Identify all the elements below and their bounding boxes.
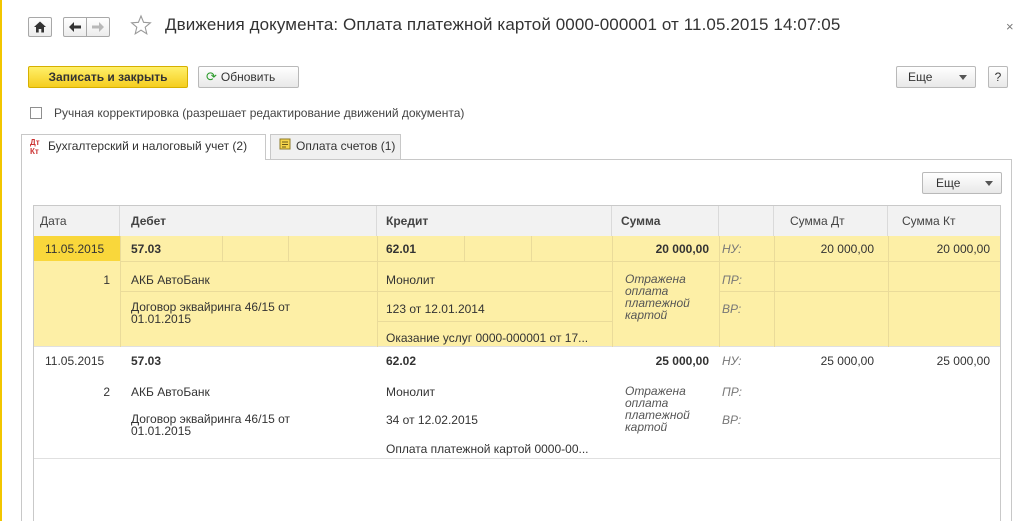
column-header-date[interactable]: Дата xyxy=(34,206,120,236)
debit-account: 57.03 xyxy=(131,242,162,256)
window-edge xyxy=(0,0,2,521)
content: Отражена оплата платежной картой xyxy=(625,272,690,322)
save-and-close-button[interactable]: Записать и закрыть xyxy=(28,66,188,88)
column-header-credit[interactable]: Кредит xyxy=(377,206,612,236)
vr-label: ВР: xyxy=(722,302,742,316)
page-title: Движения документа: Оплата платежной кар… xyxy=(165,15,841,34)
credit-account: 62.02 xyxy=(386,354,417,368)
nu-label: НУ: xyxy=(722,242,742,256)
pr-label: ПР: xyxy=(722,273,742,287)
forward-button[interactable] xyxy=(86,17,110,37)
debit-subconto-1: АКБ АвтоБанк xyxy=(131,385,210,399)
amount-dt: 25 000,00 xyxy=(820,354,874,368)
help-button[interactable]: ? xyxy=(988,66,1008,88)
debit-account: 57.03 xyxy=(131,354,162,368)
row-date: 11.05.2015 xyxy=(45,354,105,368)
table-header: Дата Дебет Кредит Сумма Сумма Дт Сумма К… xyxy=(34,206,1000,237)
vr-label: ВР: xyxy=(722,413,742,427)
amount: 25 000,00 xyxy=(655,354,709,368)
column-header-amount-dt[interactable]: Сумма Дт xyxy=(774,206,888,236)
amount-kt: 25 000,00 xyxy=(936,354,990,368)
table-row[interactable]: 11.05.2015 1 57.03 АКБ АвтоБанк Договор … xyxy=(34,236,1000,347)
row-date: 11.05.2015 xyxy=(45,242,105,256)
credit-subconto-1: Монолит xyxy=(386,273,436,287)
table-row[interactable]: 11.05.2015 2 57.03 АКБ АвтоБанк Договор … xyxy=(34,347,1000,459)
tab-accounting[interactable]: Дт Кт Бухгалтерский и налоговый учет (2) xyxy=(21,134,266,160)
credit-account: 62.01 xyxy=(386,242,417,256)
credit-subconto-2: 34 от 12.02.2015 xyxy=(386,413,478,427)
row-number: 1 xyxy=(103,273,110,287)
title-bar: Движения документа: Оплата платежной кар… xyxy=(0,0,1024,60)
arrow-right-icon xyxy=(92,22,104,32)
debit-subconto-1: АКБ АвтоБанк xyxy=(131,273,210,287)
manual-correction-checkbox[interactable] xyxy=(30,107,42,119)
more-menu-button[interactable]: Еще xyxy=(896,66,976,88)
pr-label: ПР: xyxy=(722,385,742,399)
tab-invoice-payment-label: Оплата счетов (1) xyxy=(296,139,396,153)
content: Отражена оплата платежной картой xyxy=(625,384,690,434)
tab-invoice-payment[interactable]: Оплата счетов (1) xyxy=(270,134,401,159)
column-header-amount-kt[interactable]: Сумма Кт xyxy=(888,206,1000,236)
column-header-debit[interactable]: Дебет xyxy=(120,206,377,236)
chevron-down-icon xyxy=(985,181,993,186)
panel-more-label: Еще xyxy=(936,176,961,190)
manual-correction-label[interactable]: Ручная корректировка (разрешает редактир… xyxy=(54,106,464,120)
credit-subconto-3: Оплата платежной картой 0000-00... xyxy=(386,442,589,456)
movements-table[interactable]: Дата Дебет Кредит Сумма Сумма Дт Сумма К… xyxy=(33,205,1001,521)
home-icon xyxy=(34,21,46,33)
back-button[interactable] xyxy=(63,17,87,37)
credit-subconto-3: Оказание услуг 0000-000001 от 17... xyxy=(386,331,589,345)
amount-kt: 20 000,00 xyxy=(936,242,990,256)
tab-accounting-label: Бухгалтерский и налоговый учет (2) xyxy=(48,139,248,153)
amount: 20 000,00 xyxy=(655,242,709,256)
favorite-star-icon[interactable] xyxy=(130,14,152,36)
more-label: Еще xyxy=(908,70,933,84)
credit-subconto-2: 123 от 12.01.2014 xyxy=(386,302,485,316)
debit-subconto-2: Договор эквайринга 46/15 от 01.01.2015 xyxy=(131,412,291,438)
column-header-amount[interactable]: Сумма xyxy=(612,206,719,236)
home-button[interactable] xyxy=(28,17,52,37)
refresh-icon: ⟳ xyxy=(206,69,217,84)
refresh-label: Обновить xyxy=(220,70,276,84)
column-header-type[interactable] xyxy=(719,206,774,236)
credit-subconto-1: Монолит xyxy=(386,385,436,399)
arrow-left-icon xyxy=(69,22,81,32)
chevron-down-icon xyxy=(959,75,967,80)
panel-more-menu-button[interactable]: Еще xyxy=(922,172,1002,194)
row-number: 2 xyxy=(103,385,110,399)
debit-subconto-2: Договор эквайринга 46/15 от 01.01.2015 xyxy=(131,300,291,326)
dt-kt-icon: Дт Кт xyxy=(30,137,40,156)
nu-label: НУ: xyxy=(722,354,742,368)
refresh-button[interactable]: ⟳ Обновить xyxy=(198,66,299,88)
register-icon xyxy=(279,135,291,158)
close-icon[interactable]: × xyxy=(1006,19,1014,34)
amount-dt: 20 000,00 xyxy=(820,242,874,256)
